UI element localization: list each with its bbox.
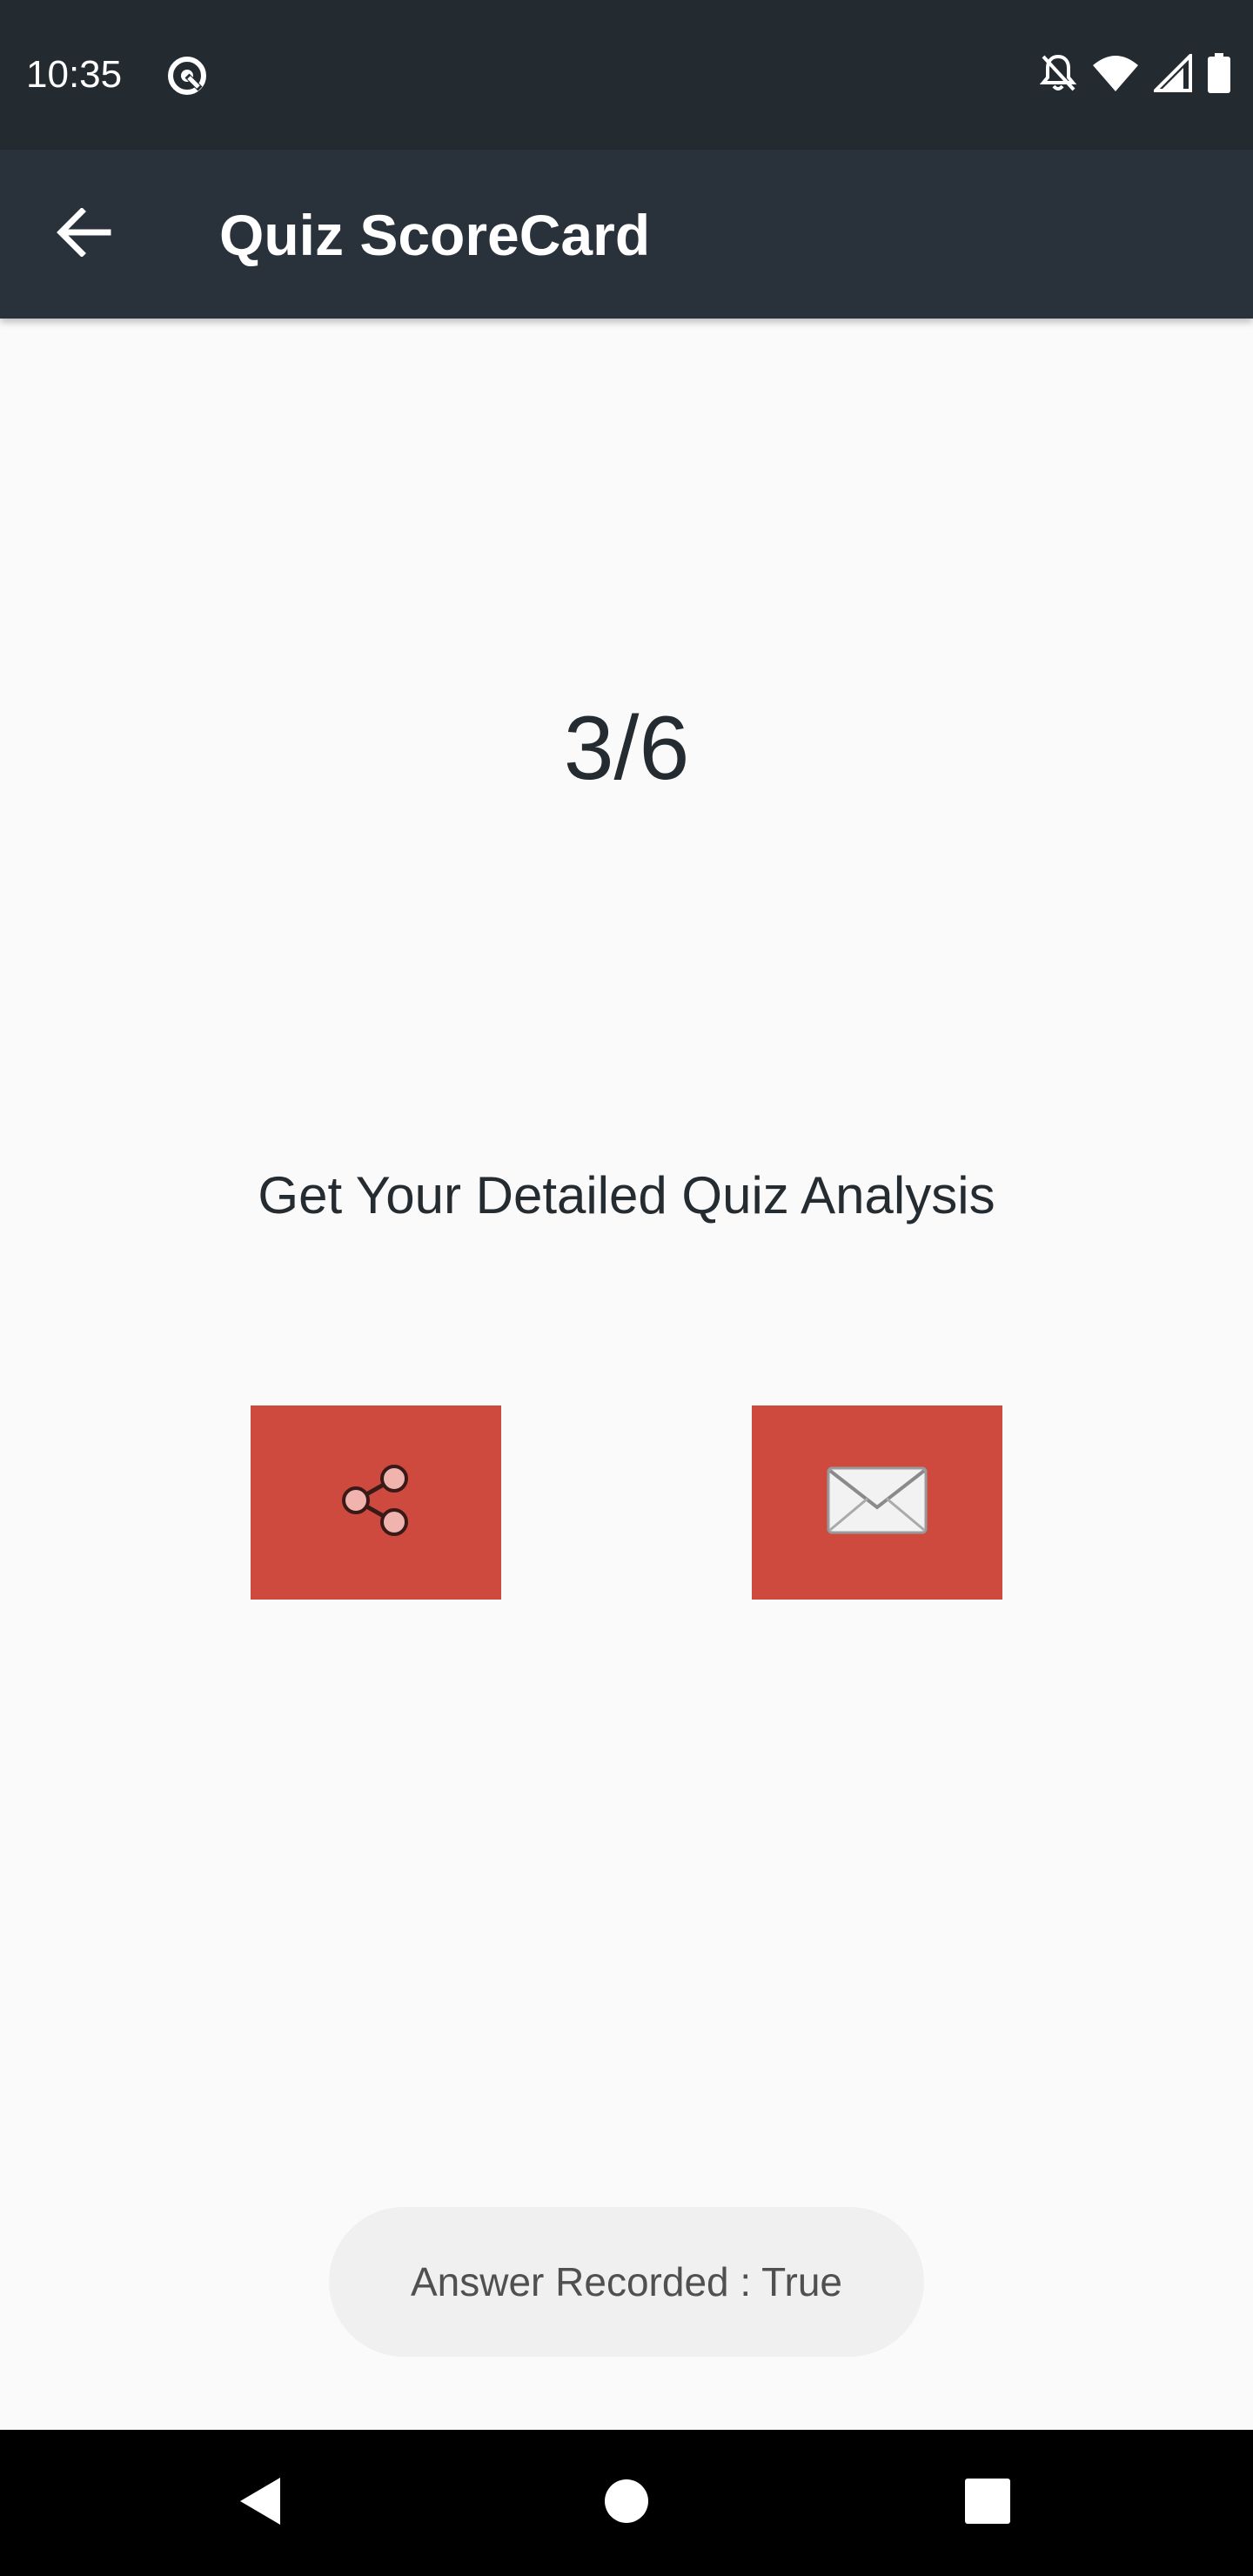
status-time: 10:35 xyxy=(26,53,123,96)
quiz-scorecard-screen: 10:35 Quiz ScoreCard 3/6 Get Your Detail… xyxy=(0,0,1253,2576)
notifications-off-icon xyxy=(1039,53,1077,97)
back-button[interactable] xyxy=(47,198,120,271)
email-envelope-icon xyxy=(826,1466,928,1540)
nav-recents-button[interactable] xyxy=(944,2459,1031,2546)
status-icons xyxy=(1039,50,1230,97)
score-value: 3/6 xyxy=(563,698,690,799)
navigation-bar xyxy=(0,2430,1253,2576)
sync-icon xyxy=(165,54,209,97)
signal-icon xyxy=(1151,50,1192,97)
nav-home-button[interactable] xyxy=(583,2459,670,2546)
share-icon xyxy=(337,1461,415,1544)
analysis-label: Get Your Detailed Quiz Analysis xyxy=(258,1166,995,1224)
back-triangle-icon xyxy=(235,2474,287,2532)
toast-text: Answer Recorded : True xyxy=(410,2259,842,2304)
battery-icon xyxy=(1208,52,1230,97)
status-bar: 10:35 xyxy=(0,0,1253,150)
home-circle-icon xyxy=(602,2477,651,2530)
share-button[interactable] xyxy=(251,1405,501,1600)
app-bar: Quiz ScoreCard xyxy=(0,150,1253,319)
email-button[interactable] xyxy=(752,1405,1002,1600)
page-title: Quiz ScoreCard xyxy=(219,203,651,267)
wifi-icon xyxy=(1093,55,1138,96)
recents-square-icon xyxy=(963,2477,1012,2530)
nav-back-button[interactable] xyxy=(218,2459,305,2546)
arrow-back-icon xyxy=(56,206,111,261)
toast-message: Answer Recorded : True xyxy=(329,2207,924,2357)
